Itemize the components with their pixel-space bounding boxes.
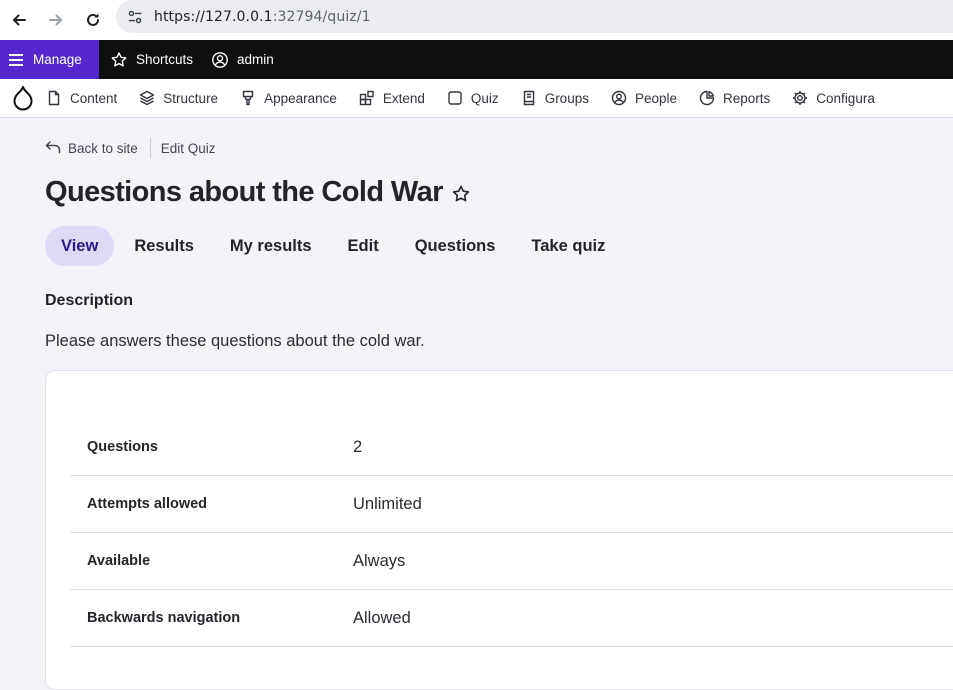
back-button[interactable] <box>1 4 37 36</box>
pie-chart-icon <box>699 90 715 106</box>
tab-results[interactable]: Results <box>118 226 210 266</box>
menu-item-structure[interactable]: Structure <box>139 90 218 106</box>
menu-item-label: Content <box>70 90 118 106</box>
reload-icon <box>87 13 99 26</box>
book-icon <box>523 90 534 106</box>
url-host: https://127.0.0.1 <box>154 8 273 25</box>
user-icon <box>611 90 627 106</box>
row-label: Questions <box>87 439 158 455</box>
user-label: admin <box>237 52 274 67</box>
shortcuts-button[interactable]: Shortcuts <box>110 51 193 69</box>
breadcrumb-divider <box>149 138 151 158</box>
arrow-left-icon <box>13 14 26 26</box>
user-button[interactable]: admin <box>211 51 274 69</box>
manage-button[interactable]: Manage <box>0 40 99 79</box>
site-settings-icon[interactable] <box>126 8 144 26</box>
menu-item-label: Quiz <box>470 90 499 106</box>
menu-item-quiz[interactable]: Quiz <box>447 90 499 106</box>
row-value: Always <box>353 551 406 570</box>
page-title: Questions about the Cold War <box>45 175 443 208</box>
table-row: Backwards navigation Allowed <box>70 590 953 647</box>
menu-item-people[interactable]: People <box>611 90 677 106</box>
admin-menu-tray: Content Structure Appearance Extend Quiz… <box>0 79 953 118</box>
menu-item-groups[interactable]: Groups <box>521 90 589 106</box>
hamburger-icon <box>9 53 23 66</box>
layers-icon <box>140 90 155 106</box>
square-icon <box>448 91 462 105</box>
table-row: Questions 2 <box>70 419 953 476</box>
row-label: Available <box>87 553 151 569</box>
row-value: 2 <box>353 437 363 456</box>
menu-item-label: Configura <box>816 90 875 106</box>
star-icon[interactable] <box>451 184 471 204</box>
quiz-info-table: Questions 2 Attempts allowed Unlimited A… <box>70 419 953 647</box>
menu-item-label: Structure <box>163 90 219 106</box>
menu-item-label: Extend <box>382 90 425 106</box>
user-circle-icon <box>212 51 228 68</box>
tab-edit[interactable]: Edit <box>332 226 395 266</box>
quiz-info-card: Questions 2 Attempts allowed Unlimited A… <box>45 370 953 690</box>
description-text: Please answers these questions about the… <box>45 332 425 350</box>
menu-item-label: Appearance <box>264 90 337 106</box>
url-text: https://127.0.0.1:32794/quiz/1 <box>154 9 371 25</box>
menu-item-content[interactable]: Content <box>46 90 117 106</box>
menu-item-appearance[interactable]: Appearance <box>240 90 337 106</box>
file-icon <box>48 90 60 106</box>
back-to-site-link[interactable]: Back to site <box>45 141 138 156</box>
table-row: Attempts allowed Unlimited <box>70 476 953 533</box>
description-label: Description <box>45 292 134 309</box>
admin-toolbar: Manage Shortcuts admin <box>0 40 953 79</box>
star-icon <box>111 51 127 67</box>
gear-icon <box>793 91 808 105</box>
forward-button[interactable] <box>38 4 74 36</box>
menu-item-configuration[interactable]: Configura <box>792 90 875 106</box>
address-bar[interactable]: https://127.0.0.1:32794/quiz/1 <box>116 0 953 33</box>
row-value: Allowed <box>353 608 411 627</box>
browser-toolbar: https://127.0.0.1:32794/quiz/1 <box>0 0 953 40</box>
drupal-logo-icon[interactable] <box>0 85 46 111</box>
row-label: Attempts allowed <box>87 496 208 512</box>
reload-button[interactable] <box>75 4 111 36</box>
menu-item-label: Reports <box>723 90 771 106</box>
page-header: Questions about the Cold War <box>45 170 471 214</box>
row-value: Unlimited <box>353 494 422 513</box>
table-row: Available Always <box>70 533 953 590</box>
breadcrumb: Back to site Edit Quiz <box>45 137 216 159</box>
tab-take-quiz[interactable]: Take quiz <box>515 226 621 266</box>
tab-questions[interactable]: Questions <box>399 226 512 266</box>
shortcuts-label: Shortcuts <box>136 52 194 67</box>
back-to-site-label: Back to site <box>68 140 138 156</box>
menu-item-reports[interactable]: Reports <box>699 90 770 106</box>
puzzle-icon <box>359 90 374 106</box>
brush-icon <box>242 90 254 106</box>
breadcrumb-current[interactable]: Edit Quiz <box>161 141 216 156</box>
tab-my-results[interactable]: My results <box>214 226 328 266</box>
menu-item-label: Groups <box>544 90 589 106</box>
back-arrow-icon <box>45 140 61 153</box>
row-label: Backwards navigation <box>87 610 241 626</box>
url-path: :32794/quiz/1 <box>272 8 371 25</box>
tab-view[interactable]: View <box>45 226 115 266</box>
menu-item-label: People <box>634 90 678 106</box>
menu-item-extend[interactable]: Extend <box>359 90 425 106</box>
local-tasks-tabs: View Results My results Edit Questions T… <box>45 226 625 266</box>
manage-label: Manage <box>33 52 82 67</box>
arrow-right-icon <box>49 14 62 26</box>
